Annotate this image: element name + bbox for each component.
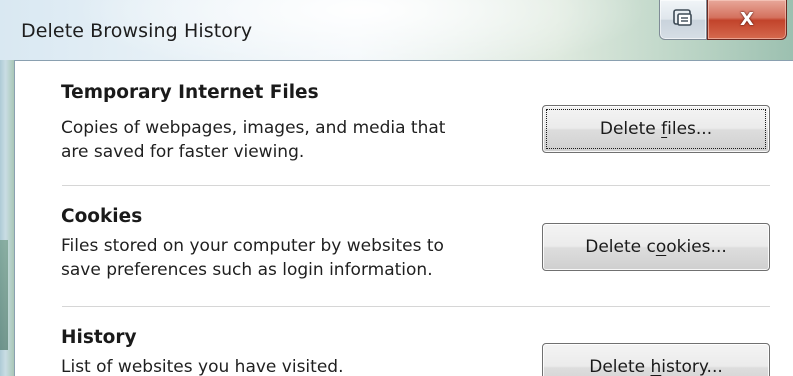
section-description-history: List of websites you have visited. bbox=[61, 355, 521, 376]
section-divider bbox=[62, 185, 770, 186]
section-description-temporary-internet-files: Copies of webpages, images, and media th… bbox=[61, 116, 521, 164]
description-line: Copies of webpages, images, and media th… bbox=[61, 118, 446, 138]
button-label-suffix: istory... bbox=[661, 357, 723, 376]
description-line: are saved for faster viewing. bbox=[61, 142, 305, 162]
window-frame-left bbox=[0, 60, 14, 376]
description-line: List of websites you have visited. bbox=[61, 357, 344, 376]
dialog-content: Temporary Internet Files Copies of webpa… bbox=[14, 60, 793, 376]
close-icon: X bbox=[740, 9, 754, 30]
section-title-history: History bbox=[61, 327, 137, 348]
button-label-mnemonic: h bbox=[650, 357, 662, 376]
delete-browsing-history-dialog: Delete Browsing History X Temporary Inte… bbox=[0, 0, 793, 376]
button-label-prefix: Delete bbox=[599, 119, 662, 139]
description-line: save preferences such as login informati… bbox=[61, 260, 433, 280]
window-title: Delete Browsing History bbox=[21, 20, 253, 42]
restore-button[interactable] bbox=[659, 0, 707, 40]
button-label-prefix: Delete c bbox=[585, 237, 656, 257]
section-title-temporary-internet-files: Temporary Internet Files bbox=[61, 82, 319, 103]
description-line: Files stored on your computer by website… bbox=[61, 236, 444, 256]
button-label-mnemonic: f bbox=[661, 119, 668, 139]
section-description-cookies: Files stored on your computer by website… bbox=[61, 234, 521, 282]
delete-files-button[interactable]: Delete f iles... bbox=[542, 105, 770, 153]
button-label-suffix: okies... bbox=[666, 237, 727, 257]
section-divider bbox=[62, 306, 770, 307]
button-label-suffix: iles... bbox=[667, 119, 713, 139]
delete-cookies-button[interactable]: Delete c o okies... bbox=[542, 223, 770, 271]
button-label-prefix: Delete bbox=[589, 357, 651, 376]
button-label-mnemonic: o bbox=[655, 237, 667, 257]
title-bar[interactable]: Delete Browsing History X bbox=[0, 0, 793, 68]
restore-icon bbox=[672, 8, 694, 32]
delete-history-button[interactable]: Delete h istory... bbox=[542, 343, 770, 376]
section-title-cookies: Cookies bbox=[61, 206, 143, 227]
close-button[interactable]: X bbox=[707, 0, 787, 40]
